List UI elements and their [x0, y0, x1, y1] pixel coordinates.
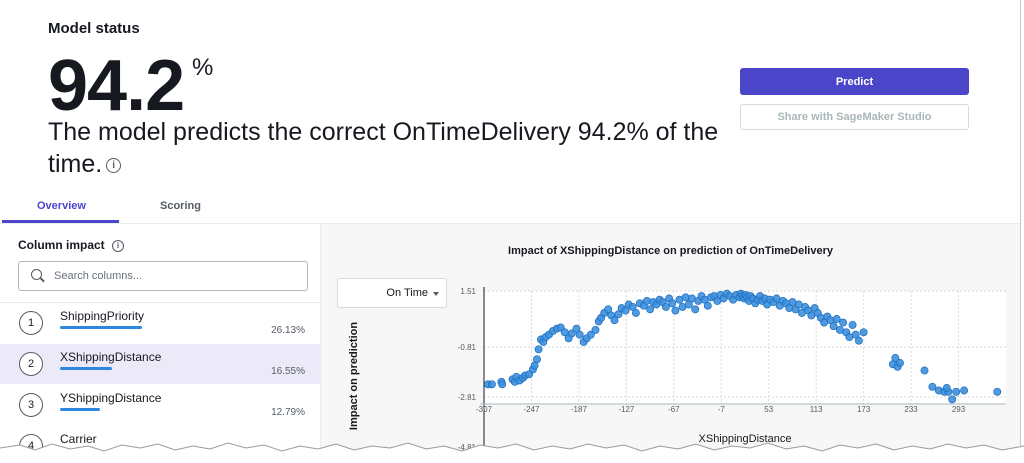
data-point — [848, 321, 857, 329]
column-impact-title: Column impact — [18, 238, 105, 252]
x-tick-label: 293 — [952, 405, 966, 414]
data-point — [948, 395, 957, 404]
predict-button[interactable]: Predict — [740, 68, 969, 95]
data-point — [960, 386, 969, 395]
tab-overview[interactable]: Overview — [37, 200, 86, 212]
search-input[interactable] — [52, 267, 296, 285]
data-point — [829, 322, 838, 331]
x-tick-label: 113 — [810, 405, 823, 414]
x-tick-label: -247 — [523, 405, 540, 414]
impact-bar — [60, 408, 100, 411]
column-name: ShippingPriority — [60, 309, 145, 323]
impact-value: 12.79% — [271, 407, 305, 418]
x-tick-label: 53 — [764, 405, 773, 414]
x-tick-label: -307 — [476, 405, 493, 414]
data-point — [920, 366, 929, 375]
data-point — [533, 355, 541, 364]
tab-scoring[interactable]: Scoring — [160, 200, 201, 212]
data-point — [646, 305, 655, 314]
data-point — [487, 380, 496, 389]
column-row-selected[interactable]: 2 XShippingDistance 16.55% — [0, 344, 320, 384]
data-point — [668, 299, 677, 308]
section-title: Model status — [48, 20, 140, 37]
data-point — [854, 336, 863, 345]
x-tick-label: -7 — [718, 405, 726, 414]
grid-lines — [483, 290, 1006, 404]
data-point — [832, 315, 841, 323]
rank-badge: 2 — [19, 352, 43, 376]
column-search[interactable] — [18, 261, 308, 291]
column-row[interactable]: 1 ShippingPriority 26.13% — [0, 303, 320, 343]
column-row[interactable]: 3 YShippingDistance 12.79% — [0, 385, 320, 425]
search-icon — [31, 269, 42, 280]
tab-bar: Overview Scoring — [0, 190, 1020, 224]
data-point — [839, 318, 848, 327]
data-point — [642, 296, 651, 305]
data-point — [896, 359, 904, 367]
column-impact-heading: Column impact i — [18, 238, 125, 252]
x-tick-label: 233 — [904, 405, 918, 414]
rank-badge: 1 — [19, 311, 43, 335]
score-value: 94.2 — [48, 46, 185, 126]
x-tick-label: -187 — [571, 405, 588, 414]
data-point — [952, 387, 961, 396]
impact-bar — [60, 326, 142, 329]
data-point — [591, 325, 600, 334]
app-frame: Model status 94.2 % The model predicts t… — [0, 0, 1021, 455]
x-tick-label: 173 — [857, 405, 871, 414]
score-description: The model predicts the correct OnTimeDel… — [48, 116, 728, 180]
rank-badge: 3 — [19, 393, 43, 417]
score-description-text: The model predicts the correct OnTimeDel… — [48, 118, 719, 178]
x-tick-label: -127 — [618, 405, 635, 414]
column-name: XShippingDistance — [60, 350, 162, 364]
y-tick-label: -2.81 — [458, 393, 477, 402]
y-tick-label: 1.51 — [460, 287, 476, 296]
torn-edge — [0, 442, 1024, 463]
data-point — [859, 328, 868, 337]
model-status-header: Model status 94.2 % The model predicts t… — [0, 0, 1020, 190]
data-point — [575, 330, 584, 339]
column-name: YShippingDistance — [60, 391, 162, 405]
impact-value: 16.55% — [271, 366, 305, 377]
data-point — [942, 384, 951, 392]
data-point — [928, 382, 937, 391]
impact-bar — [60, 367, 112, 370]
data-point — [681, 293, 690, 302]
data-point — [534, 345, 543, 354]
data-point — [691, 305, 700, 314]
column-impact-info-icon[interactable]: i — [112, 239, 125, 252]
score-unit: % — [192, 54, 214, 81]
share-studio-button[interactable]: Share with SageMaker Studio — [740, 104, 969, 130]
x-tick-label: -67 — [668, 405, 680, 414]
y-tick-label: -0.81 — [458, 343, 477, 352]
info-icon[interactable]: i — [106, 157, 122, 173]
data-point — [498, 380, 507, 389]
active-tab-indicator — [2, 220, 119, 223]
column-impact-panel: Column impact i 1 ShippingPriority 26.13… — [0, 224, 321, 455]
dependence-plot-panel: Impact of XShippingDistance on predictio… — [321, 224, 1020, 455]
data-point — [703, 301, 712, 310]
data-point — [993, 387, 1002, 396]
impact-value: 26.13% — [271, 325, 305, 336]
scatter-plot: -307 -247 -187 -127 -67 -7 53 113 173 233 293 1.51 -… — [458, 287, 1006, 455]
data-point — [631, 309, 640, 317]
data-point — [671, 306, 680, 315]
